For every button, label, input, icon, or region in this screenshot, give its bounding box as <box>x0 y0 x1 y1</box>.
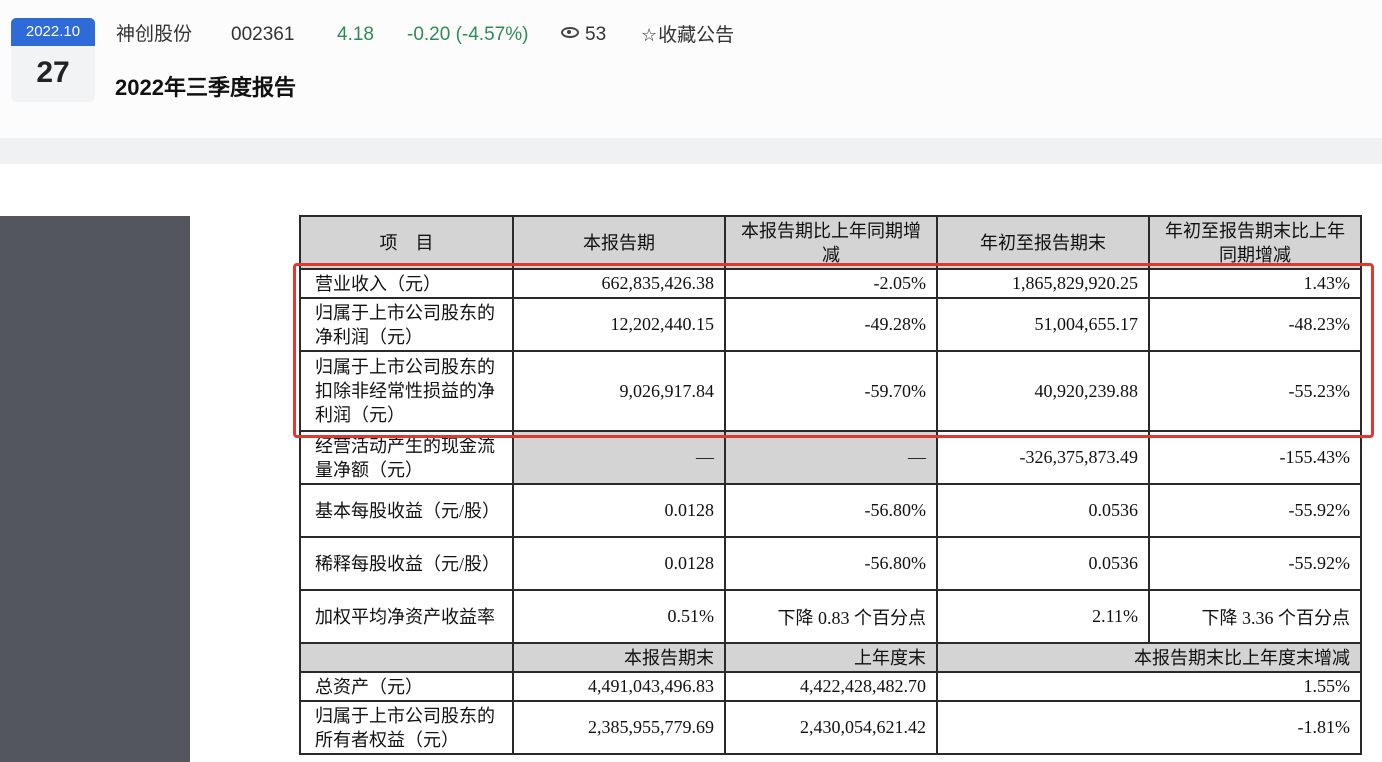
highlight-box <box>293 263 1374 438</box>
row-label: 基本每股收益（元/股） <box>299 483 514 538</box>
stock-price: 4.18 <box>337 24 374 45</box>
table-row: 稀释每股收益（元/股） 0.0128 -56.80% 0.0536 -55.92… <box>299 536 1362 591</box>
cell-value: 0.51% <box>512 589 726 644</box>
favorite-label: 收藏公告 <box>658 25 735 46</box>
cell-value: -155.43% <box>1148 430 1362 485</box>
row-label: 加权平均净资产收益率 <box>299 589 514 644</box>
cell-value: 2,385,955,779.69 <box>512 700 726 755</box>
row-label: 稀释每股收益（元/股） <box>299 536 514 591</box>
cell-value: -55.92% <box>1148 536 1362 591</box>
header-item: 项 目 <box>299 215 514 270</box>
cell-value: -56.80% <box>724 483 938 538</box>
side-panel <box>0 216 190 762</box>
view-count: 53 <box>561 22 606 48</box>
header-current-period: 本报告期 <box>512 215 726 270</box>
header-ytd-change: 年初至报告期末比上年同期增减 <box>1148 215 1362 270</box>
date-badge: 2022.10 27 <box>11 18 95 102</box>
stock-code-link[interactable]: 002361 <box>231 22 294 48</box>
table-row: 加权平均净资产收益率 0.51% 下降 0.83 个百分点 2.11% 下降 3… <box>299 589 1362 644</box>
cell-value: -326,375,873.49 <box>936 430 1150 485</box>
cell-value: -1.81% <box>936 700 1362 755</box>
cell-value: 4,491,043,496.83 <box>512 671 726 702</box>
cell-value: 下降 3.36 个百分点 <box>1148 589 1362 644</box>
cell-value: 0.0536 <box>936 483 1150 538</box>
view-count-value: 53 <box>585 24 607 45</box>
cell-value: -56.80% <box>724 536 938 591</box>
cell-value: — <box>512 430 726 485</box>
subheader-change: 本报告期末比上年度末增减 <box>936 642 1362 673</box>
announcement-header: 2022.10 27 神创股份 002361 4.18 -0.20 (-4.57… <box>0 0 1382 138</box>
table-row: 总资产（元） 4,491,043,496.83 4,422,428,482.70… <box>299 671 1362 702</box>
page-title: 2022年三季度报告 <box>115 75 296 100</box>
subheader-blank <box>299 642 514 673</box>
eye-icon <box>561 27 579 39</box>
date-month: 2022.10 <box>11 18 95 46</box>
cell-value: — <box>724 430 938 485</box>
star-icon: ☆ <box>641 25 658 45</box>
header-ytd: 年初至报告期末 <box>936 215 1150 270</box>
table-subheader-row: 本报告期末 上年度末 本报告期末比上年度末增减 <box>299 642 1362 673</box>
header-current-change: 本报告期比上年同期增减 <box>724 215 938 270</box>
stock-change: -0.20 (-4.57%) <box>407 24 529 45</box>
favorite-button[interactable]: ☆收藏公告 <box>641 22 734 48</box>
cell-value: 0.0128 <box>512 483 726 538</box>
row-label: 经营活动产生的现金流量净额（元） <box>299 430 514 485</box>
cell-value: 下降 0.83 个百分点 <box>724 589 938 644</box>
table-header-row: 项 目 本报告期 本报告期比上年同期增减 年初至报告期末 年初至报告期末比上年同… <box>299 215 1362 270</box>
stock-name-link[interactable]: 神创股份 <box>116 22 192 48</box>
cell-value: 4,422,428,482.70 <box>724 671 938 702</box>
header-divider <box>0 138 1382 164</box>
table-row: 经营活动产生的现金流量净额（元） — — -326,375,873.49 -15… <box>299 430 1362 485</box>
row-label: 总资产（元） <box>299 671 514 702</box>
cell-value: 0.0128 <box>512 536 726 591</box>
cell-value: 1.55% <box>936 671 1362 702</box>
row-label: 归属于上市公司股东的所有者权益（元） <box>299 700 514 755</box>
table-row: 基本每股收益（元/股） 0.0128 -56.80% 0.0536 -55.92… <box>299 483 1362 538</box>
table-row: 归属于上市公司股东的所有者权益（元） 2,385,955,779.69 2,43… <box>299 700 1362 755</box>
subheader-period-end: 本报告期末 <box>512 642 726 673</box>
date-day: 27 <box>36 56 70 89</box>
cell-value: -55.92% <box>1148 483 1362 538</box>
cell-value: 2,430,054,621.42 <box>724 700 938 755</box>
cell-value: 0.0536 <box>936 536 1150 591</box>
cell-value: 2.11% <box>936 589 1150 644</box>
subheader-last-year-end: 上年度末 <box>724 642 938 673</box>
